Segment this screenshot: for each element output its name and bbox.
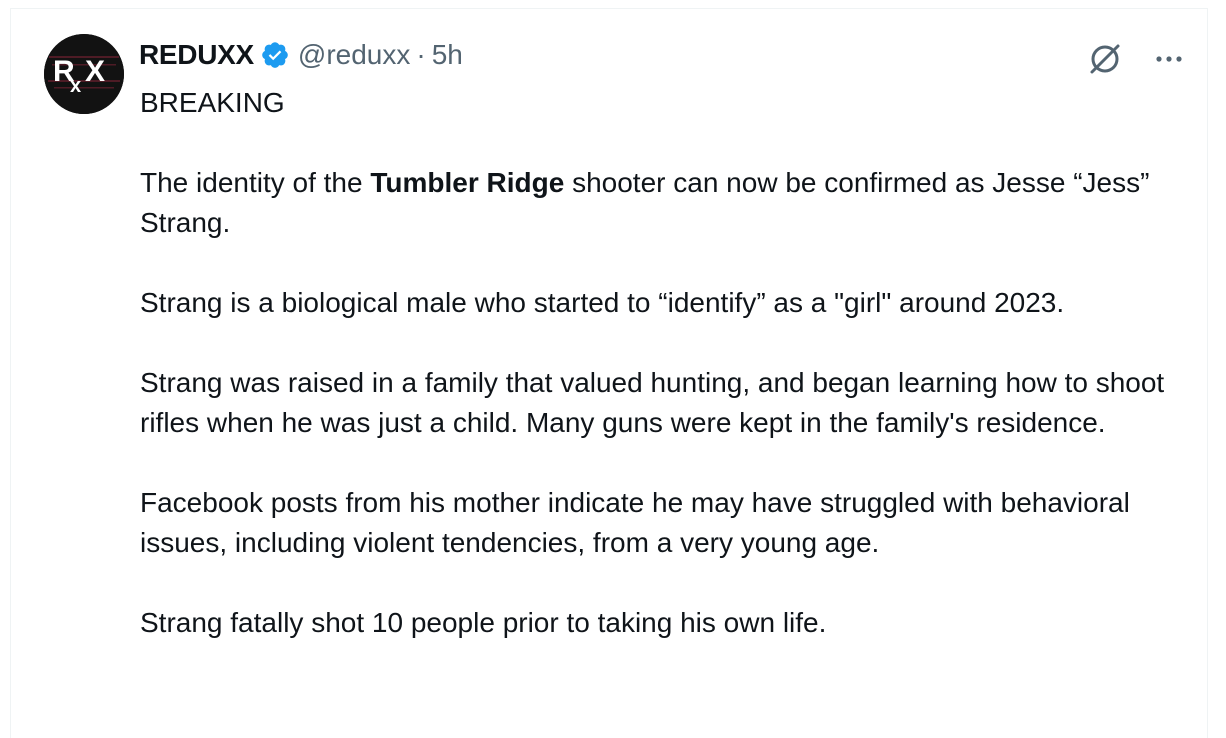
verified-badge-icon	[260, 40, 290, 70]
tweet-text: BREAKING The identity of the Tumbler Rid…	[140, 83, 1190, 683]
grok-icon[interactable]	[1085, 39, 1125, 84]
tweet-card[interactable]: R x X REDUXX @reduxx · 5h BREAKING The i…	[10, 8, 1208, 738]
tweet-paragraph: Strang is a biological male who started …	[140, 287, 1065, 318]
tweet-actions	[1085, 39, 1185, 84]
display-name[interactable]: REDUXX	[139, 39, 254, 71]
tweet-paragraph: Strang was raised in a family that value…	[140, 367, 1165, 438]
tweet-text-span: The identity of the	[140, 167, 371, 198]
tweet-paragraph: The identity of the Tumbler Ridge shoote…	[140, 163, 1190, 243]
tweet-header: REDUXX @reduxx · 5h	[139, 35, 463, 75]
more-icon[interactable]	[1153, 43, 1185, 80]
tweet-paragraph: Strang fatally shot 10 people prior to t…	[140, 607, 827, 638]
tweet-paragraph: Facebook posts from his mother indicate …	[140, 487, 1130, 558]
bold-text: Tumbler Ridge	[370, 167, 565, 198]
separator-dot: ·	[416, 39, 426, 70]
timestamp[interactable]: 5h	[432, 39, 463, 71]
svg-text:X: X	[85, 55, 105, 88]
handle[interactable]: @reduxx	[298, 39, 410, 71]
reduxx-logo: R x X	[44, 34, 124, 114]
svg-text:x: x	[70, 75, 81, 97]
avatar[interactable]: R x X	[44, 34, 124, 114]
tweet-paragraph: BREAKING	[140, 87, 285, 118]
